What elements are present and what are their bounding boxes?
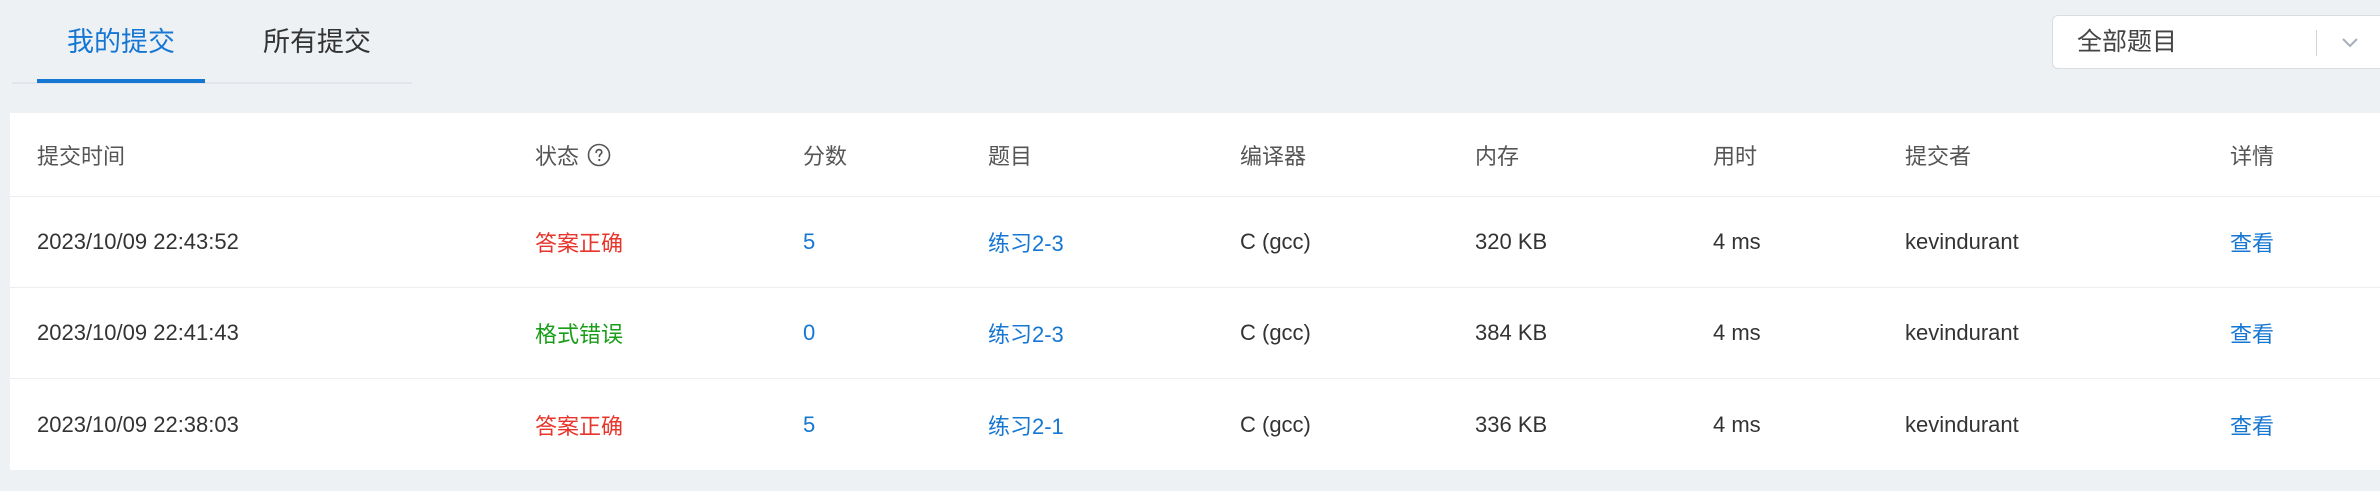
view-detail-link[interactable]: 查看 — [2230, 379, 2274, 470]
submission-memory: 384 KB — [1475, 320, 1548, 345]
table-row: 2023/10/09 22:38:03 答案正确 5 练习2-1 C (gcc)… — [10, 379, 2380, 470]
submission-tabs: 我的提交 所有提交 — [12, 0, 412, 84]
submission-time: 2023/10/09 22:41:43 — [37, 320, 239, 345]
submission-elapsed: 4 ms — [1713, 320, 1761, 345]
help-icon[interactable] — [587, 143, 611, 167]
submission-status: 答案正确 — [535, 413, 624, 439]
table-row: 2023/10/09 22:41:43 格式错误 0 练习2-3 C (gcc)… — [10, 288, 2380, 379]
submission-elapsed: 4 ms — [1713, 411, 1761, 437]
submitter-name: kevindurant — [1905, 320, 2019, 345]
submission-compiler: C (gcc) — [1240, 320, 1311, 345]
submission-status: 答案正确 — [535, 231, 624, 256]
chevron-down-icon[interactable] — [2338, 30, 2362, 54]
active-tab-indicator — [37, 79, 205, 83]
column-header-memory: 内存 — [1475, 143, 1520, 169]
column-header-detail: 详情 — [2230, 143, 2275, 169]
problem-link[interactable]: 练习2-1 — [988, 379, 1064, 470]
table-header: 提交时间 状态 分数 题目 编译器 内存 用时 提交者 详情 — [10, 113, 2380, 197]
submission-time: 2023/10/09 22:38:03 — [37, 411, 239, 437]
problem-filter-value: 全部题目 — [2077, 28, 2178, 56]
submitter-name: kevindurant — [1905, 229, 2019, 254]
submission-score-link[interactable]: 0 — [803, 288, 815, 378]
submitter-name: kevindurant — [1905, 411, 2019, 437]
column-header-status-label: 状态 — [535, 143, 580, 169]
column-header-elapsed: 用时 — [1713, 143, 1758, 169]
submission-compiler: C (gcc) — [1240, 411, 1311, 437]
view-detail-link[interactable]: 查看 — [2230, 288, 2274, 378]
table-row: 2023/10/09 22:43:52 答案正确 5 练习2-3 C (gcc)… — [10, 197, 2380, 288]
column-header-time: 提交时间 — [37, 143, 126, 169]
column-header-submitter: 提交者 — [1905, 143, 1972, 169]
problem-link[interactable]: 练习2-3 — [988, 197, 1064, 287]
submission-score-link[interactable]: 5 — [803, 379, 815, 470]
submission-memory: 336 KB — [1475, 411, 1548, 437]
submission-elapsed: 4 ms — [1713, 229, 1761, 254]
problem-link[interactable]: 练习2-3 — [988, 288, 1064, 378]
column-header-score: 分数 — [803, 143, 848, 169]
tab-my-submissions[interactable]: 我的提交 — [37, 0, 205, 84]
problem-filter-select[interactable]: 全部题目 — [2052, 15, 2380, 69]
submission-compiler: C (gcc) — [1240, 229, 1311, 254]
submission-status: 格式错误 — [535, 322, 624, 347]
submission-score-link[interactable]: 5 — [803, 197, 815, 287]
view-detail-link[interactable]: 查看 — [2230, 197, 2274, 287]
column-header-status: 状态 — [535, 113, 611, 196]
select-divider — [2316, 30, 2317, 56]
submission-time: 2023/10/09 22:43:52 — [37, 229, 239, 254]
submission-memory: 320 KB — [1475, 229, 1548, 254]
column-header-problem: 题目 — [988, 143, 1033, 169]
column-header-compiler: 编译器 — [1240, 143, 1307, 169]
tab-all-submissions[interactable]: 所有提交 — [227, 0, 407, 84]
submissions-table: 提交时间 状态 分数 题目 编译器 内存 用时 提交者 详情 2023/10/0… — [10, 113, 2380, 470]
